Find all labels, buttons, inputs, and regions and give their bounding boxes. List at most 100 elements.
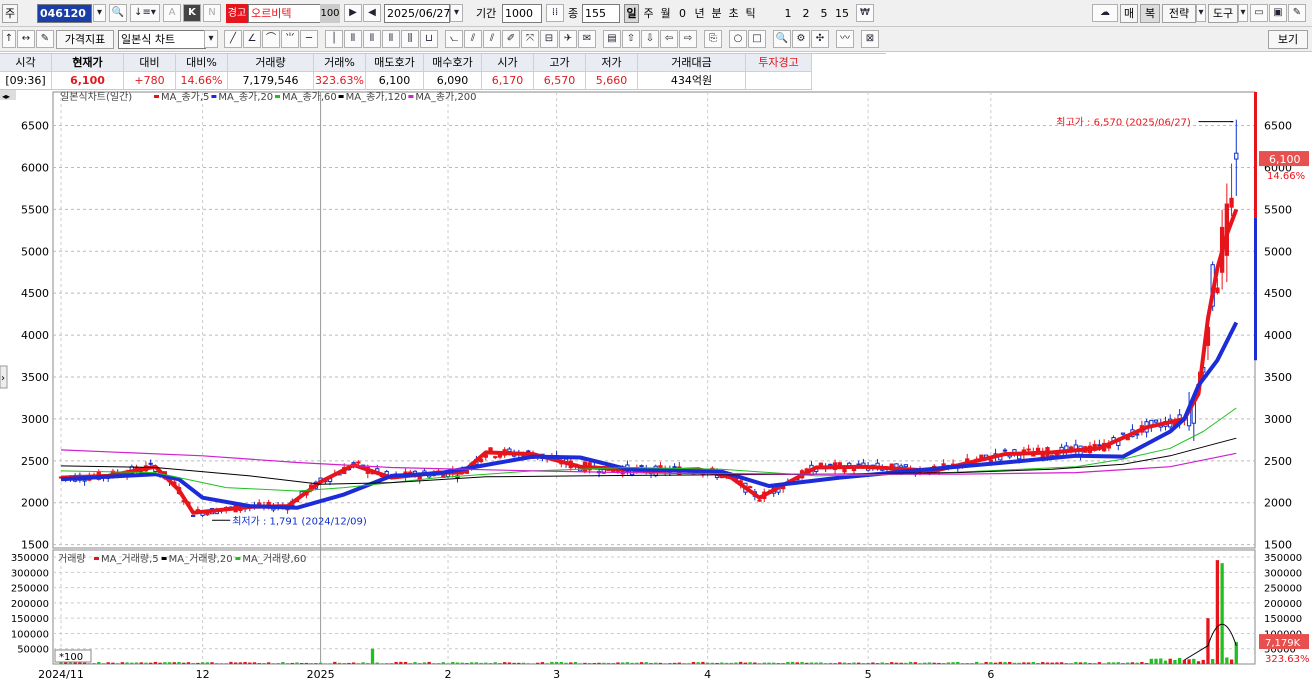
draw-zoom-icon[interactable]: 🔍 xyxy=(773,30,791,48)
period-type-3[interactable]: 0 xyxy=(675,4,690,23)
volume-bar xyxy=(488,663,493,664)
minute-option-1[interactable]: 1 xyxy=(780,4,796,23)
volume-bar xyxy=(200,662,205,664)
calendar-dropdown-icon[interactable]: ▾ xyxy=(450,4,463,22)
price-tick-left: 2000 xyxy=(21,497,49,510)
save-icon[interactable]: ▣ xyxy=(1269,4,1287,22)
chevron-down-icon[interactable]: ▾ xyxy=(93,4,106,22)
volume-bar xyxy=(668,663,672,664)
volume-bar xyxy=(243,661,247,664)
draw-channel2-icon[interactable]: ⫽ xyxy=(483,30,501,48)
sell-button[interactable]: 매 xyxy=(1120,4,1138,23)
draw-clip-icon[interactable]: ✈ xyxy=(559,30,577,48)
draw-star-icon[interactable]: ✣ xyxy=(811,30,829,48)
minute-option-15[interactable]: 15 xyxy=(834,4,850,23)
volume-bar xyxy=(304,662,309,664)
period-type-5[interactable]: 분 xyxy=(709,4,724,23)
volume-bar xyxy=(262,662,266,664)
draw-setting-icon[interactable]: ⚙ xyxy=(792,30,810,48)
quote-value: 6,100 xyxy=(52,72,124,90)
draw-copy-icon[interactable]: ⎘ xyxy=(704,30,722,48)
volume-bar xyxy=(1168,658,1172,664)
volume-bar xyxy=(998,661,1002,664)
price-chart[interactable]: ◂▸›6500 65006000 60005500 55005000 50004500 4… xyxy=(0,90,1312,682)
volume-bar xyxy=(1059,662,1064,664)
tools-button[interactable]: 도구 xyxy=(1208,4,1238,23)
draw-circle-icon[interactable]: ○ xyxy=(729,30,747,48)
sort-icon[interactable]: ↓≡▾ xyxy=(130,4,160,22)
indicator-button[interactable]: 가격지표 xyxy=(56,30,114,49)
draw-up-icon[interactable]: ⇧ xyxy=(622,30,640,48)
volume-bar xyxy=(621,662,625,664)
period-type-1[interactable]: 주 xyxy=(641,4,656,23)
tools-dropdown-icon[interactable]: ▾ xyxy=(1238,4,1248,22)
draw-gann-icon[interactable]: ⦦ xyxy=(445,30,463,48)
arrow-up-icon[interactable]: ↑ xyxy=(2,30,16,48)
draw-right-icon[interactable]: ⇨ xyxy=(679,30,697,48)
play-left-icon[interactable]: ◀ xyxy=(363,4,381,22)
minute-option-5[interactable]: 5 xyxy=(816,4,832,23)
draw-fib2-icon[interactable]: ⦀ xyxy=(363,30,381,48)
draw-cycle-icon[interactable]: ⊔ xyxy=(420,30,438,48)
draw-arc-icon[interactable]: ⌒ xyxy=(262,30,280,48)
draw-pen-icon[interactable]: ✐ xyxy=(502,30,520,48)
chart-type-dropdown-icon[interactable]: ▾ xyxy=(204,30,218,48)
k-button[interactable]: K xyxy=(183,4,201,22)
legend-swatch xyxy=(275,95,280,98)
volume-bar xyxy=(573,662,578,664)
minute-option-2[interactable]: 2 xyxy=(798,4,814,23)
buy-button[interactable]: 복 xyxy=(1140,4,1160,23)
period-type-0[interactable]: 일 xyxy=(624,4,639,23)
draw-down-icon[interactable]: ⇩ xyxy=(641,30,659,48)
draw-hline-icon[interactable]: ─ xyxy=(300,30,318,48)
grid-icon[interactable]: ⁞⁞ xyxy=(546,4,564,22)
period-type-7[interactable]: 틱 xyxy=(743,4,758,23)
draw-close-icon[interactable]: ⊠ xyxy=(861,30,879,48)
search-icon[interactable]: 🔍 xyxy=(109,4,127,22)
stock-code-input[interactable]: 046120 xyxy=(37,4,92,23)
draw-angle-icon[interactable]: ∠ xyxy=(243,30,261,48)
draw-wave-icon[interactable]: 〰 xyxy=(836,30,854,48)
strategy-dropdown-icon[interactable]: ▾ xyxy=(1196,4,1206,22)
period-type-2[interactable]: 월 xyxy=(658,4,673,23)
volume-bar xyxy=(469,662,474,664)
a-button[interactable]: A xyxy=(163,4,181,22)
draw-fib4-icon[interactable]: ⫼ xyxy=(401,30,419,48)
draw-channel1-icon[interactable]: ⫽ xyxy=(464,30,482,48)
candle-body xyxy=(526,450,531,453)
edit-icon[interactable]: ✎ xyxy=(36,30,54,48)
draw-fan-icon[interactable]: ⺌ xyxy=(281,30,299,48)
draw-fib3-icon[interactable]: ⦀ xyxy=(382,30,400,48)
draw-cross-icon[interactable]: ⤧ xyxy=(521,30,539,48)
draw-mail-icon[interactable]: ✉ xyxy=(578,30,596,48)
draw-vline-icon[interactable]: │ xyxy=(325,30,343,48)
play-right-icon[interactable]: ▶ xyxy=(344,4,362,22)
market-select-button[interactable]: 주 xyxy=(2,4,18,23)
period-type-6[interactable]: 초 xyxy=(726,4,741,23)
draw-line-icon[interactable]: ╱ xyxy=(224,30,242,48)
candle-body xyxy=(493,456,498,459)
folder-icon[interactable]: ▭ xyxy=(1250,4,1268,22)
won-icon[interactable]: ₩ xyxy=(856,4,874,22)
arrows-horizontal-icon[interactable]: ↔ xyxy=(17,30,35,48)
draw-box-icon[interactable]: ⊟ xyxy=(540,30,558,48)
period-input[interactable]: 1000 xyxy=(502,4,542,23)
period-type-4[interactable]: 년 xyxy=(692,4,707,23)
volume-bar xyxy=(196,662,200,664)
n-button[interactable]: N xyxy=(203,4,221,22)
volume-bar xyxy=(144,662,148,664)
volume-bar xyxy=(413,662,417,664)
draw-left-icon[interactable]: ⇦ xyxy=(660,30,678,48)
legend-swatch xyxy=(338,95,344,98)
cloud-icon[interactable]: ☁ xyxy=(1092,4,1118,22)
count-input[interactable]: 155 xyxy=(582,4,620,23)
date-input[interactable]: 2025/06/27 xyxy=(384,4,450,23)
view-button[interactable]: 보기 xyxy=(1268,30,1308,49)
strategy-button[interactable]: 전략 xyxy=(1162,4,1196,23)
draw-fib1-icon[interactable]: ⦀ xyxy=(344,30,362,48)
draw-rect-icon[interactable]: □ xyxy=(748,30,766,48)
draw-table-icon[interactable]: ▤ xyxy=(603,30,621,48)
volume-bar xyxy=(880,662,884,664)
wrench-icon[interactable]: ✎ xyxy=(1288,4,1306,22)
chart-type-select[interactable]: 일본식 차트 xyxy=(118,30,206,49)
